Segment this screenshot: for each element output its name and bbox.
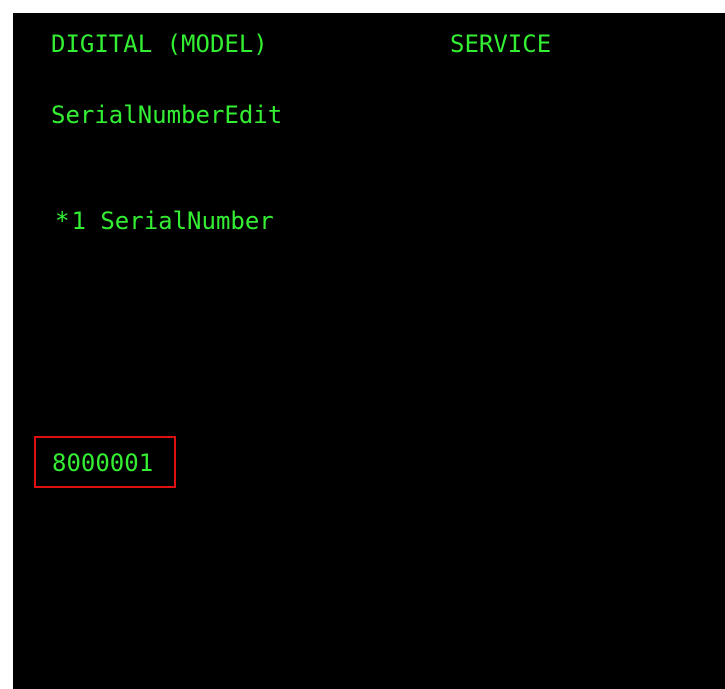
menu-item-number: 1 bbox=[71, 207, 86, 235]
menu-item-label: SerialNumber bbox=[100, 207, 274, 235]
terminal-screen: DIGITAL (MODEL) SERVICE SerialNumberEdit… bbox=[13, 13, 725, 689]
selection-marker: * bbox=[55, 207, 70, 235]
screen-title: SerialNumberEdit bbox=[51, 101, 283, 129]
serial-number-value: 8000001 bbox=[52, 449, 154, 477]
menu-item-serial-number[interactable]: *1 SerialNumber bbox=[55, 207, 274, 235]
serial-number-input[interactable]: 8000001 bbox=[34, 436, 176, 488]
header-service: SERVICE bbox=[450, 30, 552, 58]
header-model: DIGITAL (MODEL) bbox=[51, 30, 268, 58]
